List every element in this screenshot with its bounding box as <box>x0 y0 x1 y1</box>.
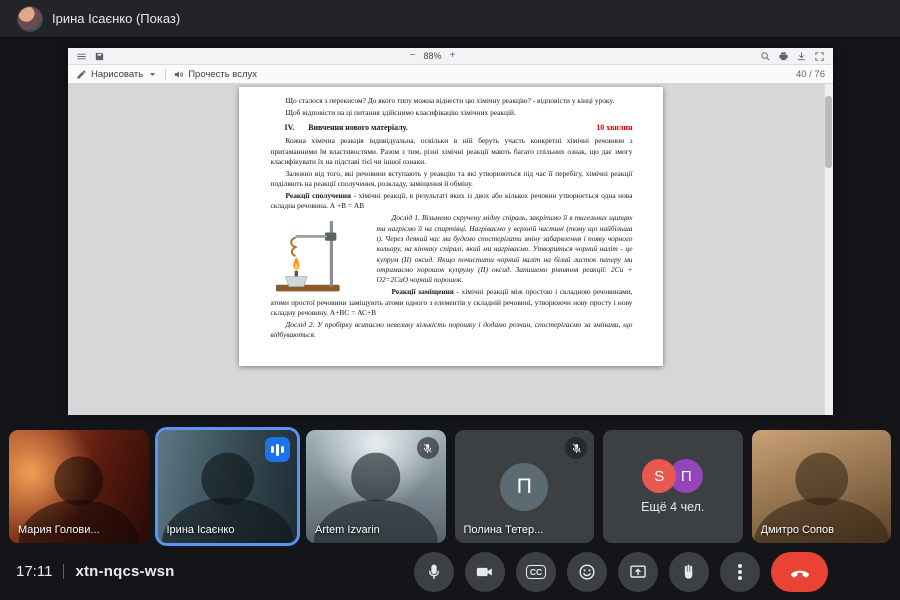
draw-label: Нарисовать <box>91 69 143 80</box>
speaking-indicator-icon <box>265 437 290 462</box>
more-options-button[interactable] <box>720 552 760 592</box>
overflow-count-label: Ещё 4 чел. <box>641 500 704 514</box>
zoom-in-button[interactable]: + <box>448 51 458 61</box>
scrollbar[interactable] <box>824 84 833 415</box>
control-bar: 17:11 xtn-nqcs-wsn CC <box>0 543 900 600</box>
toolbar-divider <box>165 69 166 80</box>
mic-muted-icon <box>417 437 439 459</box>
meeting-code: xtn-nqcs-wsn <box>75 563 174 580</box>
browser-toolbar: − 88% + <box>68 48 833 65</box>
avatar: S <box>642 459 676 493</box>
overflow-avatars: S П <box>642 459 703 493</box>
doc-paragraph: Що сталося з перекисом? До якого типу мо… <box>271 96 633 106</box>
presenting-banner: Ірина Ісаєнко (Показ) <box>0 0 900 38</box>
menu-icon[interactable] <box>76 51 87 62</box>
print-icon[interactable] <box>778 51 789 62</box>
raise-hand-icon <box>679 562 699 582</box>
participant-name: Мария Голови... <box>18 524 100 536</box>
captions-icon: CC <box>526 565 546 579</box>
call-controls: CC <box>414 552 884 592</box>
smiley-icon <box>577 562 597 582</box>
phone-down-icon <box>789 561 811 583</box>
participant-tile-irina[interactable]: Ірина Ісаєнко <box>158 430 298 543</box>
experiment-figure <box>271 215 369 295</box>
camera-icon <box>475 562 495 582</box>
participant-tile-maria[interactable]: Мария Голови... <box>9 430 149 543</box>
speaker-icon <box>173 69 184 80</box>
participant-name: Полина Тетер... <box>464 524 544 536</box>
doc-experiment-1: Дослід 1. Візьмемо скручену мідну спірал… <box>271 213 633 286</box>
section-time: 10 хвилин <box>596 122 632 133</box>
camera-button[interactable] <box>465 552 505 592</box>
participant-tile-overflow[interactable]: S П Ещё 4 чел. <box>603 430 743 543</box>
meeting-meta: 17:11 xtn-nqcs-wsn <box>16 563 175 580</box>
captions-button[interactable]: CC <box>516 552 556 592</box>
doc-experiment-2: Дослід 2. У пробірку всипаємо невелику к… <box>271 320 633 341</box>
participant-tile-dmytro[interactable]: Дмитро Сопов <box>752 430 892 543</box>
screenshare-window: − 88% + Нарисовать Прочесть вслух <box>68 48 833 415</box>
download-icon[interactable] <box>796 51 807 62</box>
presenter-label: Ірина Ісаєнко (Показ) <box>52 11 180 26</box>
read-aloud-label: Прочесть вслух <box>188 69 257 80</box>
presenter-avatar <box>18 7 42 31</box>
doc-paragraph: Залежно від того, які речовини вступають… <box>271 169 633 190</box>
experiment-1-text: Дослід 1. Візьмемо скручену мідну спірал… <box>377 213 633 284</box>
zoom-value: 88% <box>424 51 442 61</box>
mic-button[interactable] <box>414 552 454 592</box>
page-indicator: 40 / 76 <box>796 69 825 80</box>
section-number: IV. <box>285 122 295 133</box>
section-title: Вивчення нового матеріалу. <box>308 122 407 133</box>
avatar: П <box>500 463 548 511</box>
participant-tile-artem[interactable]: Artem Izvarin <box>306 430 446 543</box>
present-screen-icon <box>628 562 648 582</box>
chevron-down-icon <box>147 69 158 80</box>
read-aloud-tool[interactable]: Прочесть вслух <box>173 69 257 80</box>
scrollbar-thumb[interactable] <box>825 96 832 168</box>
leave-call-button[interactable] <box>771 552 828 592</box>
participants-strip: Мария Голови... Ірина Ісаєнко Artem Izva… <box>0 430 900 543</box>
section-heading: IV. Вивчення нового матеріалу. 10 хвилин <box>271 122 633 133</box>
document-page: Що сталося з перекисом? До якого типу мо… <box>239 87 663 366</box>
doc-paragraph: Щоб відповісти на ці питання здійснимо к… <box>271 108 633 118</box>
reactions-button[interactable] <box>567 552 607 592</box>
draw-tool[interactable]: Нарисовать <box>76 69 158 80</box>
fullscreen-icon[interactable] <box>814 51 825 62</box>
clock: 17:11 <box>16 563 52 580</box>
zoom-out-button[interactable]: − <box>408 51 418 61</box>
search-icon[interactable] <box>760 51 771 62</box>
raise-hand-button[interactable] <box>669 552 709 592</box>
participant-name: Ірина Ісаєнко <box>167 524 235 536</box>
pen-icon <box>76 69 87 80</box>
experiment-2-text: Дослід 2. У пробірку всипаємо невелику к… <box>271 320 633 339</box>
term-substitution: Реакції заміщення <box>392 287 454 296</box>
present-screen-button[interactable] <box>618 552 658 592</box>
doc-paragraph: Реакції сполучення - хімічні реакції, в … <box>271 191 633 212</box>
zoom-controls: − 88% + <box>408 51 458 61</box>
doc-paragraph: Кожна хімічна реакція індивідуальна, оск… <box>271 136 633 167</box>
participant-name: Дмитро Сопов <box>761 524 834 536</box>
participant-name: Artem Izvarin <box>315 524 380 536</box>
mic-muted-icon <box>565 437 587 459</box>
vertical-ellipsis-icon <box>738 570 742 574</box>
term-compound: Реакції сполучення <box>286 191 352 200</box>
pdf-viewer[interactable]: Що сталося з перекисом? До якого типу мо… <box>68 84 833 415</box>
pdf-toolbar: Нарисовать Прочесть вслух 40 / 76 <box>68 65 833 84</box>
meta-divider <box>63 564 64 579</box>
mic-icon <box>424 562 444 582</box>
save-icon[interactable] <box>94 51 105 62</box>
participant-tile-polina[interactable]: П Полина Тетер... <box>455 430 595 543</box>
